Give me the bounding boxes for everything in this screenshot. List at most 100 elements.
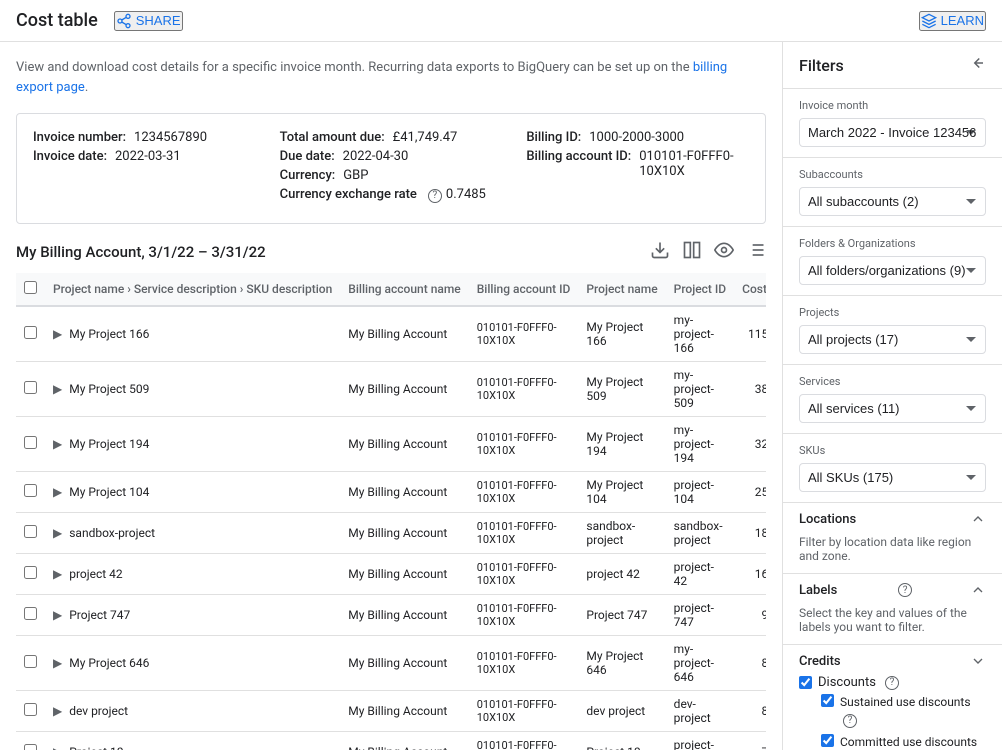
expand-button[interactable]: ▶ [53,327,62,341]
skus-select[interactable]: All SKUs (175) [799,463,986,492]
table-actions [650,240,766,265]
expand-button[interactable]: ▶ [53,382,62,396]
filter-projects: Projects All projects (17) [783,296,1002,365]
collapse-icon [968,54,986,72]
sustained-use-checkbox[interactable] [821,694,834,707]
invoice-number-row: Invoice number: 1234567890 [33,130,256,145]
download-icon[interactable] [650,240,670,265]
table-row: ▶ My Project 646 My Billing Account 0101… [16,635,766,690]
folders-select[interactable]: All folders/organizations (9) [799,256,986,285]
learn-button[interactable]: LEARN [919,11,986,31]
row-checkbox-cell [16,361,45,416]
table-row: ▶ My Project 166 My Billing Account 0101… [16,306,766,362]
sustained-use-help-icon[interactable]: ? [843,714,857,728]
projects-select[interactable]: All projects (17) [799,325,986,354]
project-name: My Project 166 [69,327,149,341]
share-button[interactable]: SHARE [114,11,183,31]
invoice-section-left: Invoice number: 1234567890 Invoice date:… [33,130,256,207]
row-checkbox-cell [16,594,45,635]
row-project-name2: My Project 166 [578,306,665,362]
invoice-date-row: Invoice date: 2022-03-31 [33,149,256,164]
row-project-name2: Project 10 [578,731,665,750]
filter-subaccounts: Subaccounts All subaccounts (2) [783,158,1002,227]
exchange-rate-row: Currency exchange rate ? 0.7485 [280,187,503,203]
row-checkbox[interactable] [24,484,37,497]
select-all-checkbox[interactable] [24,281,37,294]
credits-header[interactable]: Credits [799,653,986,669]
row-project-id: my-project-509 [666,361,734,416]
columns-icon[interactable] [682,240,702,265]
credits-chevron-icon [970,653,986,669]
billing-id-row: Billing ID: 1000-2000-3000 [526,130,749,145]
row-project-id: project-10 [666,731,734,750]
invoice-section-right: Billing ID: 1000-2000-3000 Billing accou… [526,130,749,207]
table-header-section: My Billing Account, 3/1/22 – 3/31/22 [16,240,766,265]
committed-use-checkbox[interactable] [821,734,834,747]
row-billing-account: My Billing Account [340,731,468,750]
col-project-name: Project name › Service description › SKU… [45,273,340,306]
subaccounts-select[interactable]: All subaccounts (2) [799,187,986,216]
row-checkbox[interactable] [24,703,37,716]
project-name: dev project [69,704,128,718]
labels-section-header[interactable]: Labels ? [783,573,1002,606]
filters-title: Filters [799,56,844,75]
expand-button[interactable]: ▶ [53,567,62,581]
expand-button[interactable]: ▶ [53,485,62,499]
exchange-rate-help-icon[interactable]: ? [428,189,442,203]
row-project: ▶ My Project 104 [45,471,340,512]
row-checkbox[interactable] [24,744,37,750]
expand-button[interactable]: ▶ [53,656,62,670]
expand-button[interactable]: ▶ [53,704,62,718]
row-cost: 800.40 [734,690,766,731]
table-row: ▶ My Project 194 My Billing Account 0101… [16,416,766,471]
row-project-id: my-project-166 [666,306,734,362]
filters-header: Filters [783,42,1002,89]
row-project: ▶ My Project 509 [45,361,340,416]
filters-collapse-button[interactable] [968,54,986,76]
labels-help-icon[interactable]: ? [898,583,912,597]
row-project: ▶ My Project 194 [45,416,340,471]
row-checkbox[interactable] [24,655,37,668]
invoice-section-mid: Total amount due: £41,749.47 Due date: 2… [280,130,503,207]
row-checkbox[interactable] [24,436,37,449]
expand-button[interactable]: ▶ [53,745,62,750]
table-row: ▶ project 42 My Billing Account 010101-F… [16,553,766,594]
project-name: sandbox-project [69,526,155,540]
row-billing-id: 010101-F0FFF0-10X10X [469,471,579,512]
row-checkbox[interactable] [24,381,37,394]
row-checkbox-cell [16,635,45,690]
discounts-main: Discounts ? [799,675,986,690]
discounts-help-icon[interactable]: ? [885,676,899,690]
locations-section-header[interactable]: Locations [783,503,1002,535]
discounts-checkbox[interactable] [799,676,812,689]
services-select[interactable]: All services (11) [799,394,986,423]
row-project-name2: My Project 104 [578,471,665,512]
row-project-name2: sandbox-project [578,512,665,553]
expand-button[interactable]: ▶ [53,608,62,622]
amount-row: Total amount due: £41,749.47 [280,130,503,145]
row-checkbox[interactable] [24,607,37,620]
row-billing-account: My Billing Account [340,306,468,362]
row-checkbox[interactable] [24,566,37,579]
content-area: View and download cost details for a spe… [0,42,782,750]
row-checkbox[interactable] [24,525,37,538]
project-name: Project 10 [69,745,123,750]
col-cost[interactable]: Cost (£) ↓ [734,273,766,306]
share-icon [116,13,132,29]
row-project: ▶ dev project [45,690,340,731]
expand-button[interactable]: ▶ [53,526,62,540]
group-icon[interactable] [746,240,766,265]
currency-row: Currency: GBP [280,168,503,183]
table-row: ▶ My Project 104 My Billing Account 0101… [16,471,766,512]
row-checkbox[interactable] [24,326,37,339]
expand-button[interactable]: ▶ [53,437,62,451]
row-billing-id: 010101-F0FFF0-10X10X [469,553,579,594]
row-billing-id: 010101-F0FFF0-10X10X [469,306,579,362]
invoice-month-select[interactable]: March 2022 - Invoice 1234567890 [799,118,986,147]
row-project-id: project-42 [666,553,734,594]
visibility-icon[interactable] [714,240,734,265]
row-checkbox-cell [16,512,45,553]
filter-folders: Folders & Organizations All folders/orga… [783,227,1002,296]
row-project-id: dev-project [666,690,734,731]
row-cost: 906.06 [734,594,766,635]
